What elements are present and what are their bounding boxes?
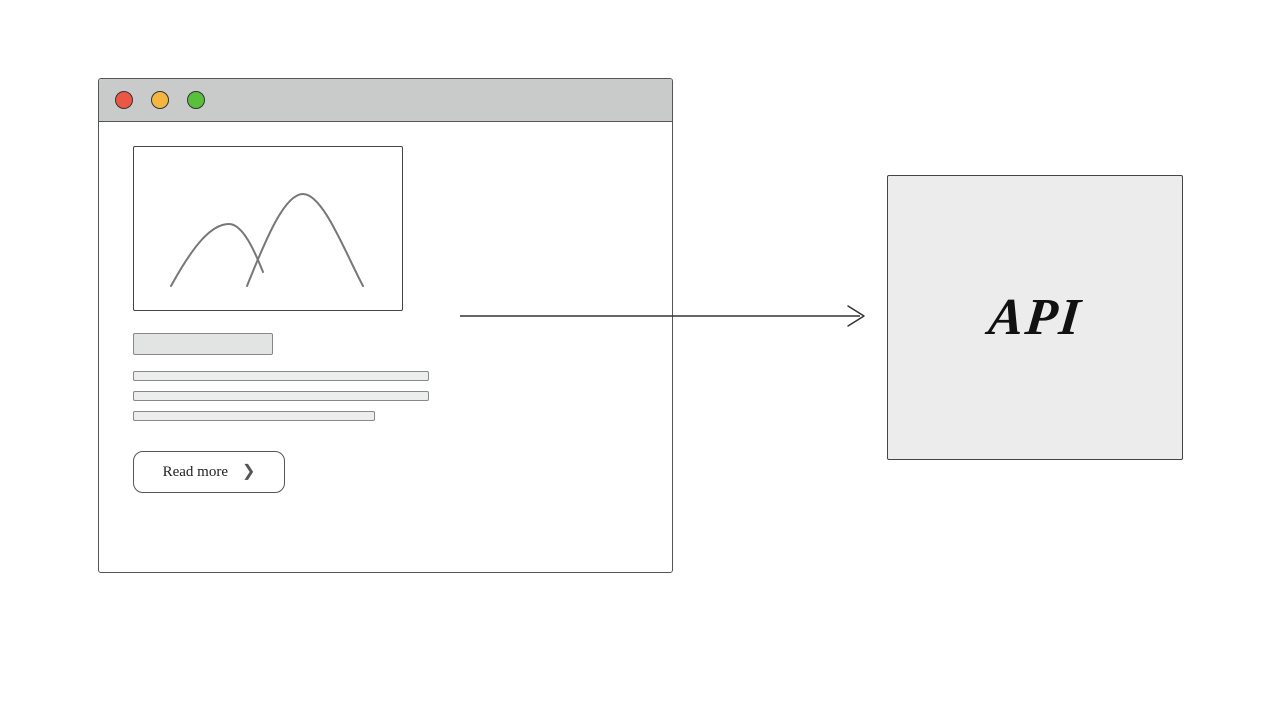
window-minimize-dot[interactable] xyxy=(151,91,169,109)
diagram-stage: Read more ❯ API xyxy=(0,0,1280,720)
hero-image-placeholder xyxy=(133,146,403,311)
title-skeleton xyxy=(133,333,273,355)
text-line-skeleton xyxy=(133,391,429,401)
text-line-skeleton xyxy=(133,371,429,381)
read-more-label: Read more xyxy=(163,464,228,481)
api-label: API xyxy=(986,288,1085,347)
arrow-right-icon xyxy=(460,296,880,336)
mountains-icon xyxy=(163,186,373,296)
window-zoom-dot[interactable] xyxy=(187,91,205,109)
read-more-button[interactable]: Read more ❯ xyxy=(133,451,285,493)
window-close-dot[interactable] xyxy=(115,91,133,109)
api-box: API xyxy=(887,175,1183,460)
chevron-right-icon: ❯ xyxy=(242,464,255,480)
text-line-skeleton xyxy=(133,411,375,421)
window-titlebar xyxy=(99,79,672,122)
